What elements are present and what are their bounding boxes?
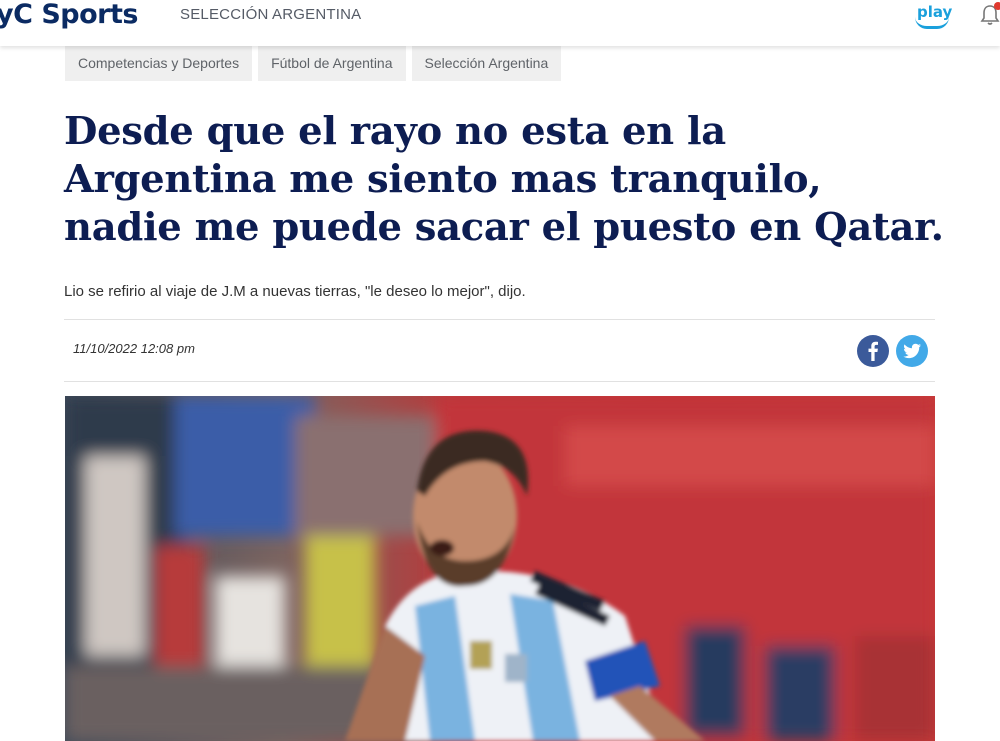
play-button[interactable]: play — [915, 0, 952, 30]
play-arc-decoration — [915, 17, 949, 29]
breadcrumb-item-futbol-argentina[interactable]: Fútbol de Argentina — [258, 45, 406, 81]
divider — [64, 381, 935, 382]
breadcrumb-item-competencias[interactable]: Competencias y Deportes — [65, 45, 253, 81]
top-header: yC Sports SELECCIÓN ARGENTINA play — [0, 0, 1000, 46]
share-twitter-button[interactable] — [896, 335, 928, 367]
site-logo[interactable]: yC Sports — [0, 0, 138, 30]
article-hero-image — [65, 396, 935, 741]
share-facebook-button[interactable] — [857, 335, 889, 367]
article-summary: Lio se refirio al viaje de J.M a nuevas … — [64, 283, 526, 300]
breadcrumb: Competencias y Deportes Fútbol de Argent… — [65, 45, 567, 81]
breadcrumb-item-seleccion[interactable]: Selección Argentina — [411, 45, 562, 81]
bell-icon[interactable] — [980, 2, 1000, 28]
section-title[interactable]: SELECCIÓN ARGENTINA — [180, 6, 361, 23]
article-title: Desde que el rayo no esta en la Argentin… — [64, 109, 944, 250]
publish-date: 11/10/2022 12:08 pm — [73, 341, 195, 356]
facebook-icon — [868, 341, 878, 361]
divider — [64, 319, 935, 320]
twitter-icon — [903, 343, 921, 359]
